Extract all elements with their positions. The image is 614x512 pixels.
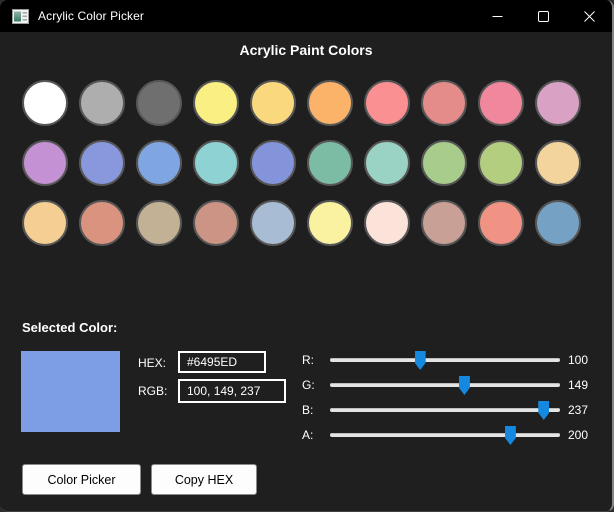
slider-track[interactable] xyxy=(330,408,560,412)
color-swatch[interactable] xyxy=(136,80,182,126)
color-swatch[interactable] xyxy=(535,80,581,126)
slider-row: A: 200 xyxy=(0,425,614,445)
slider-row: B: 237 xyxy=(0,400,614,420)
app-window: Acrylic Color Picker Acrylic Paint Color… xyxy=(0,0,614,512)
color-swatch[interactable] xyxy=(250,200,296,246)
color-swatch[interactable] xyxy=(478,80,524,126)
color-swatch[interactable] xyxy=(79,80,125,126)
minimize-button[interactable] xyxy=(474,0,520,32)
slider-row: G: 149 xyxy=(0,375,614,395)
color-swatch[interactable] xyxy=(364,140,410,186)
palette-row xyxy=(22,140,581,186)
color-swatch[interactable] xyxy=(421,140,467,186)
copy-hex-button[interactable]: Copy HEX xyxy=(151,464,257,495)
palette-row xyxy=(22,200,581,246)
slider-value: 200 xyxy=(568,428,588,442)
color-swatch[interactable] xyxy=(193,80,239,126)
color-swatch[interactable] xyxy=(307,140,353,186)
app-icon xyxy=(12,9,29,24)
titlebar[interactable]: Acrylic Color Picker xyxy=(0,0,612,32)
color-picker-button[interactable]: Color Picker xyxy=(22,464,141,495)
slider-label: G: xyxy=(302,378,315,392)
slider-track[interactable] xyxy=(330,433,560,437)
slider-label: A: xyxy=(302,428,313,442)
color-swatch[interactable] xyxy=(22,80,68,126)
color-swatch[interactable] xyxy=(535,200,581,246)
slider-row: R: 100 xyxy=(0,350,614,370)
color-swatch[interactable] xyxy=(193,140,239,186)
color-swatch[interactable] xyxy=(421,80,467,126)
page-title: Acrylic Paint Colors xyxy=(0,42,612,58)
color-swatch[interactable] xyxy=(22,140,68,186)
color-swatch[interactable] xyxy=(193,200,239,246)
slider-track[interactable] xyxy=(330,383,560,387)
palette-row xyxy=(22,80,581,126)
color-swatch[interactable] xyxy=(250,140,296,186)
color-swatch[interactable] xyxy=(478,200,524,246)
slider-label: R: xyxy=(302,353,314,367)
color-swatch[interactable] xyxy=(22,200,68,246)
slider-track[interactable] xyxy=(330,358,560,362)
slider-thumb[interactable] xyxy=(538,401,549,420)
selected-color-label: Selected Color: xyxy=(22,320,117,335)
color-swatch[interactable] xyxy=(136,200,182,246)
color-swatch[interactable] xyxy=(364,200,410,246)
slider-thumb[interactable] xyxy=(459,376,470,395)
color-swatch[interactable] xyxy=(79,140,125,186)
color-swatch[interactable] xyxy=(79,200,125,246)
slider-value: 149 xyxy=(568,378,588,392)
slider-value: 237 xyxy=(568,403,588,417)
color-swatch[interactable] xyxy=(478,140,524,186)
slider-value: 100 xyxy=(568,353,588,367)
window-controls xyxy=(474,0,612,32)
slider-label: B: xyxy=(302,403,313,417)
color-swatch[interactable] xyxy=(307,200,353,246)
color-swatch[interactable] xyxy=(535,140,581,186)
slider-thumb[interactable] xyxy=(505,426,516,445)
palette-grid xyxy=(22,80,581,260)
maximize-button[interactable] xyxy=(520,0,566,32)
color-swatch[interactable] xyxy=(421,200,467,246)
color-swatch[interactable] xyxy=(364,80,410,126)
color-swatch[interactable] xyxy=(136,140,182,186)
color-swatch[interactable] xyxy=(307,80,353,126)
slider-thumb[interactable] xyxy=(415,351,426,370)
close-button[interactable] xyxy=(566,0,612,32)
window-title: Acrylic Color Picker xyxy=(38,9,144,23)
color-swatch[interactable] xyxy=(250,80,296,126)
